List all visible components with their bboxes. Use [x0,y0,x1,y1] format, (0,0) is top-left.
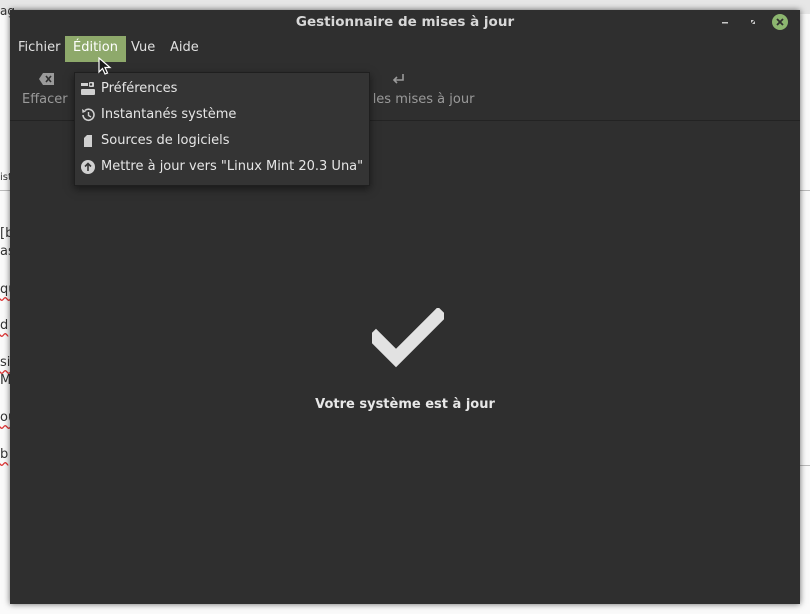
menu-vue[interactable]: Vue [123,36,163,62]
menu-edition[interactable]: Édition [65,36,126,62]
menu-item-preferences[interactable]: Préférences [75,77,369,103]
history-icon [82,108,95,121]
menu-item-software-sources[interactable]: Sources de logiciels [75,129,369,155]
menu-item-upgrade-mint[interactable]: Mettre à jour vers "Linux Mint 20.3 Una" [75,155,369,181]
menu-item-system-snapshots[interactable]: Instantanés système [75,103,369,129]
menu-aide[interactable]: Aide [162,36,207,62]
menu-item-label: Préférences [101,81,178,96]
close-icon [776,18,784,26]
background-divider [800,465,810,466]
edit-menu-dropdown: Préférences Instantanés système Sources … [74,72,370,186]
clear-icon [39,73,54,85]
status-message: Votre système est à jour [315,397,495,412]
minimize-icon [722,22,728,24]
maximize-icon [751,20,755,24]
install-arrow-icon [392,74,404,84]
menu-item-label: Sources de logiciels [101,133,230,148]
checkmark-icon [372,308,444,368]
close-button[interactable] [772,14,788,30]
menu-item-label: Mettre à jour vers "Linux Mint 20.3 Una" [101,159,364,174]
mouse-cursor-icon [98,57,112,75]
background-divider [0,190,10,191]
package-icon [84,135,92,147]
background-text-fragment: d [0,318,9,333]
background-divider [800,190,810,191]
maximize-button[interactable] [744,13,762,31]
upgrade-arrow-icon [81,160,95,174]
update-manager-window: Gestionnaire de mises à jour Fichier Édi… [10,10,800,604]
background-text-fragment: b [0,447,9,462]
title-bar[interactable]: Gestionnaire de mises à jour [10,10,800,36]
menu-item-label: Instantanés système [101,107,237,122]
window-title: Gestionnaire de mises à jour [295,14,515,30]
clear-label: Effacer [22,92,68,107]
minimize-button[interactable] [716,13,734,31]
clear-button[interactable]: Effacer [16,62,76,118]
menu-bar: Fichier Édition Vue Aide [10,36,800,62]
menu-fichier[interactable]: Fichier [10,36,69,62]
preferences-icon [81,82,95,95]
